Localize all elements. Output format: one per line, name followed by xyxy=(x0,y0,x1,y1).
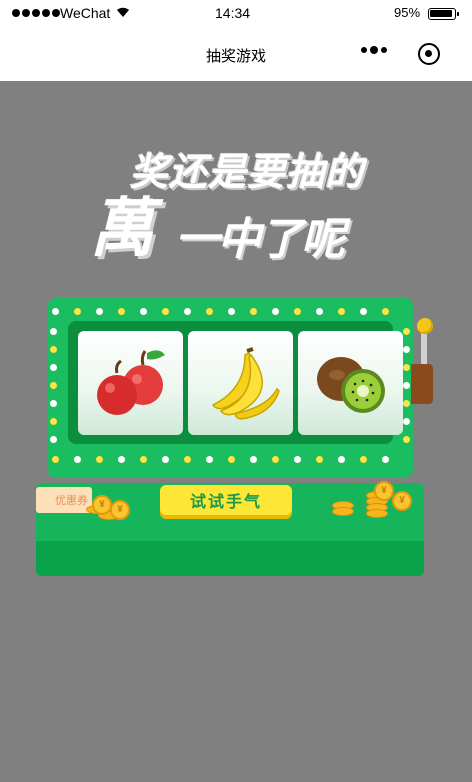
light-bulb xyxy=(272,308,279,315)
page-title: 抽奖游戏 xyxy=(205,48,266,65)
light-bulb xyxy=(118,456,125,463)
headline: 奖还是要抽的 萬 一中了呢 xyxy=(0,81,472,291)
battery-icon xyxy=(428,8,459,20)
light-bulb xyxy=(118,308,125,315)
light-bulb xyxy=(140,456,147,463)
light-bulb xyxy=(50,418,57,425)
reel-kiwi xyxy=(298,331,403,435)
more-options-icon[interactable] xyxy=(361,46,387,54)
light-bulb xyxy=(250,456,257,463)
reel-apple xyxy=(78,331,183,435)
nav-bar: 抽奖游戏 xyxy=(0,28,472,81)
light-bulb xyxy=(74,308,81,315)
coin-icon: ¥ xyxy=(374,481,394,501)
reel-frame xyxy=(68,321,403,444)
light-bulb xyxy=(96,308,103,315)
light-bulb xyxy=(52,456,59,463)
light-bulb xyxy=(338,456,345,463)
light-bulb xyxy=(403,346,410,353)
carrier-name: WeChat xyxy=(60,5,111,21)
light-bulb xyxy=(228,308,235,315)
light-bulb xyxy=(206,456,213,463)
coin-icon: ¥ xyxy=(110,500,130,520)
light-bulb xyxy=(403,400,410,407)
light-bulb xyxy=(272,456,279,463)
light-bulb xyxy=(294,308,301,315)
coin-icon xyxy=(332,507,354,516)
reel-banana xyxy=(188,331,293,435)
headline-line2: 一中了呢 xyxy=(175,215,345,264)
lever-knob[interactable] xyxy=(417,318,433,334)
light-bulb xyxy=(294,456,301,463)
close-miniprogram-icon[interactable] xyxy=(418,43,440,65)
coupon-ticket: 优惠券 xyxy=(36,487,92,513)
light-bulb xyxy=(360,308,367,315)
light-bulb xyxy=(382,456,389,463)
light-bulb xyxy=(403,418,410,425)
light-bulb xyxy=(403,382,410,389)
light-bulb xyxy=(50,400,57,407)
light-bulb xyxy=(403,436,410,443)
light-bulb xyxy=(206,308,213,315)
coin-icon xyxy=(366,509,388,518)
light-bulb xyxy=(403,364,410,371)
wifi-icon xyxy=(116,6,130,21)
headline-big-char: 萬 xyxy=(90,192,154,264)
light-bulb xyxy=(360,456,367,463)
light-bulb xyxy=(50,436,57,443)
coupon-label: 优惠券 xyxy=(55,495,88,507)
headline-line1: 奖还是要抽的 xyxy=(130,152,365,194)
signal-icon xyxy=(12,9,60,17)
light-bulb xyxy=(74,456,81,463)
light-bulb xyxy=(50,364,57,371)
status-bar: WeChat 14:34 95% xyxy=(0,0,472,28)
light-bulb xyxy=(316,308,323,315)
light-bulb xyxy=(140,308,147,315)
light-bulb xyxy=(228,456,235,463)
light-bulb xyxy=(162,456,169,463)
light-bulb xyxy=(50,328,57,335)
light-bulb xyxy=(50,346,57,353)
clock: 14:34 xyxy=(215,5,251,21)
light-bulb xyxy=(403,328,410,335)
coin-icon: ¥ xyxy=(392,491,412,511)
machine-cabinet xyxy=(48,298,413,478)
try-luck-button[interactable]: 试试手气 xyxy=(160,485,292,515)
apple-icon xyxy=(96,350,165,415)
light-bulb xyxy=(184,308,191,315)
machine-base-front xyxy=(36,541,424,576)
banana-icon xyxy=(211,347,280,420)
light-bulb xyxy=(184,456,191,463)
coin-icon: ¥ xyxy=(92,495,112,515)
machine-base: 优惠券 ¥ ¥ 试试手气 ¥ ¥ xyxy=(36,481,424,576)
light-bulb xyxy=(382,308,389,315)
light-bulb xyxy=(250,308,257,315)
battery-percent: 95% xyxy=(394,5,421,20)
lever-base xyxy=(411,364,433,404)
light-bulb xyxy=(96,456,103,463)
light-bulb xyxy=(52,308,59,315)
kiwi-icon xyxy=(316,357,385,413)
light-bulb xyxy=(338,308,345,315)
light-bulb xyxy=(50,382,57,389)
light-bulb xyxy=(316,456,323,463)
slot-machine: 优惠券 ¥ ¥ 试试手气 ¥ ¥ xyxy=(36,298,441,578)
light-bulb xyxy=(162,308,169,315)
